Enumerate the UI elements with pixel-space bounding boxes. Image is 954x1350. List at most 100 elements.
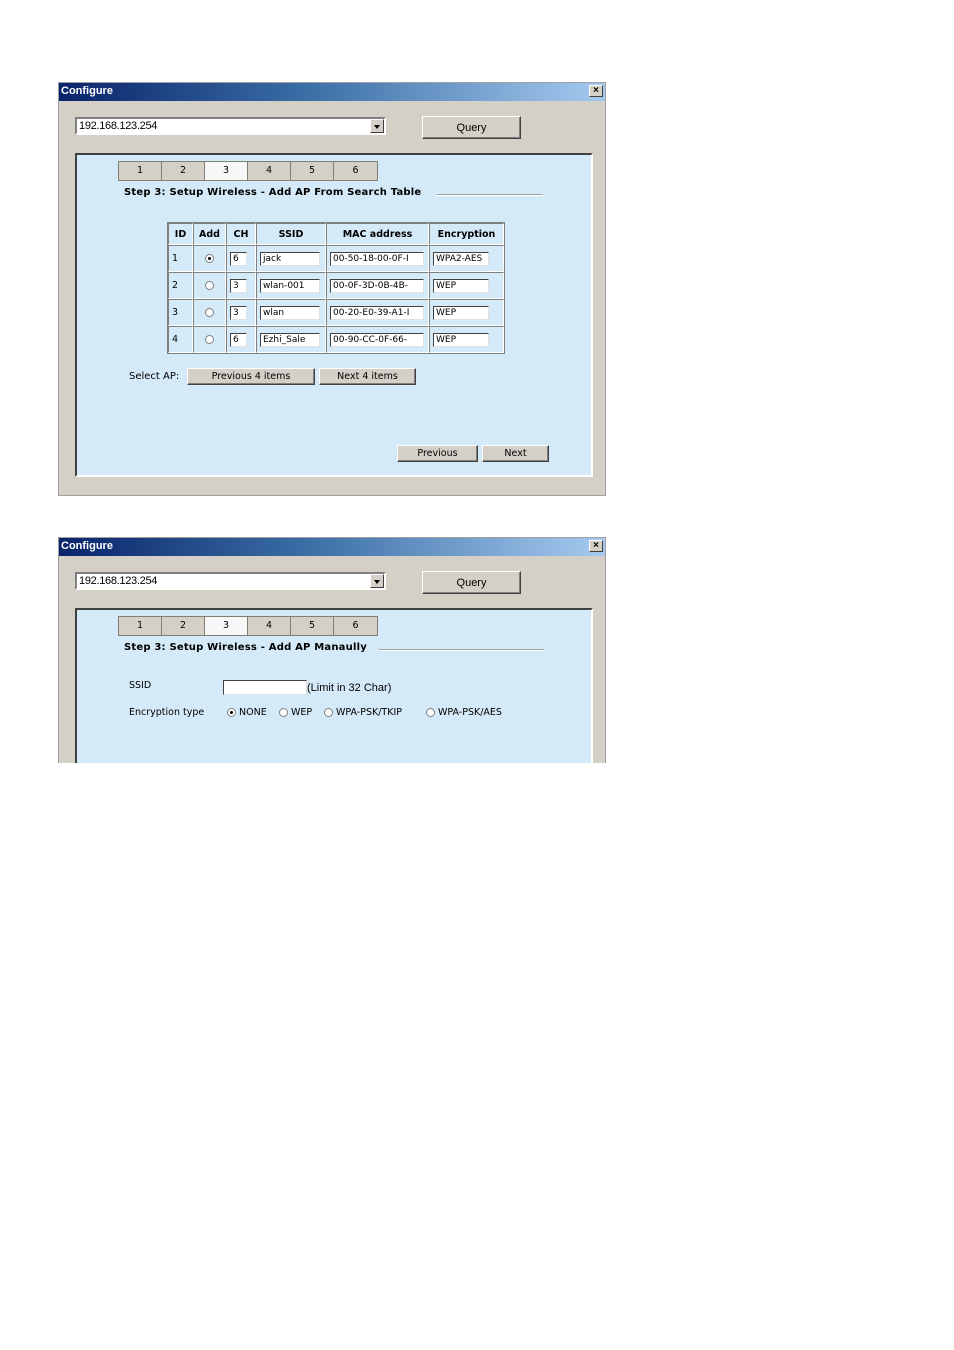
encryption-option-wpa-psk-tkip[interactable]: WPA-PSK/TKIP (324, 707, 402, 718)
encryption-radio[interactable] (324, 708, 333, 717)
step-tabs: 1 2 3 4 5 6 (118, 616, 378, 636)
mac-address-field[interactable]: 00-20-E0-39-A1-I (330, 305, 424, 320)
ip-address-combo[interactable]: 192.168.123.254 (75, 117, 386, 135)
add-radio[interactable] (205, 254, 214, 263)
encryption-option-wep[interactable]: WEP (279, 707, 312, 718)
encryption-radio[interactable] (227, 708, 236, 717)
cell-ssid: wlan (256, 299, 326, 326)
encryption-radio[interactable] (426, 708, 435, 717)
ap-search-table: ID Add CH SSID MAC address Encryption 1 6… (167, 222, 505, 354)
ip-address-value: 192.168.123.254 (79, 575, 158, 587)
divider (379, 649, 544, 651)
ssid-field[interactable]: wlan-001 (260, 278, 320, 293)
mac-address-field[interactable]: 00-0F-3D-0B-4B- (330, 278, 424, 293)
header-mac: MAC address (326, 223, 429, 245)
encryption-field[interactable]: WEP (433, 332, 489, 347)
cell-add (193, 299, 226, 326)
header-ssid: SSID (256, 223, 326, 245)
close-icon: × (593, 85, 599, 96)
encryption-option-label: NONE (239, 707, 267, 718)
channel-field[interactable]: 6 (230, 332, 247, 347)
encryption-option-wpa-psk-aes[interactable]: WPA-PSK/AES (426, 707, 502, 718)
table-row: 1 6 jack 00-50-18-00-0F-I WPA2-AES (168, 245, 504, 272)
tab-step-4[interactable]: 4 (248, 162, 291, 180)
cell-id: 4 (168, 326, 193, 353)
ssid-input[interactable] (223, 680, 307, 695)
divider (437, 194, 543, 196)
ssid-field[interactable]: jack (260, 251, 320, 266)
cell-add (193, 245, 226, 272)
tab-step-1[interactable]: 1 (119, 617, 162, 635)
channel-field[interactable]: 3 (230, 305, 247, 320)
tab-step-3[interactable]: 3 (205, 617, 248, 635)
tab-step-5[interactable]: 5 (291, 617, 334, 635)
encryption-option-label: WPA-PSK/AES (438, 707, 502, 718)
close-button[interactable]: × (589, 85, 603, 97)
tab-step-5[interactable]: 5 (291, 162, 334, 180)
mac-address-field[interactable]: 00-50-18-00-0F-I (330, 251, 424, 266)
mac-address-field[interactable]: 00-90-CC-0F-66- (330, 332, 424, 347)
cell-add (193, 272, 226, 299)
select-ap-label: Select AP: (129, 371, 180, 382)
encryption-option-label: WEP (291, 707, 313, 718)
step-title: Step 3: Setup Wireless - Add AP Manaully (124, 642, 367, 653)
tab-step-2[interactable]: 2 (162, 617, 205, 635)
ip-address-value: 192.168.123.254 (79, 120, 158, 132)
tab-step-3[interactable]: 3 (205, 162, 248, 180)
cell-id: 3 (168, 299, 193, 326)
ssid-field[interactable]: Ezhi_Sale (260, 332, 320, 347)
tab-step-4[interactable]: 4 (248, 617, 291, 635)
cell-encryption: WEP (429, 272, 504, 299)
tab-step-6[interactable]: 6 (334, 162, 377, 180)
channel-field[interactable]: 6 (230, 251, 247, 266)
cell-ch: 3 (226, 299, 256, 326)
tab-step-6[interactable]: 6 (334, 617, 377, 635)
title-bar: Configure × (59, 538, 605, 556)
cell-ch: 6 (226, 326, 256, 353)
close-button[interactable]: × (589, 540, 603, 552)
step-title: Step 3: Setup Wireless - Add AP From Sea… (124, 187, 422, 198)
cell-add (193, 326, 226, 353)
cell-ssid: Ezhi_Sale (256, 326, 326, 353)
dialog-title: Configure (61, 540, 113, 552)
chevron-down-icon[interactable] (370, 119, 384, 133)
cell-mac: 00-0F-3D-0B-4B- (326, 272, 429, 299)
next-button[interactable]: Next (482, 445, 549, 462)
step-tabs: 1 2 3 4 5 6 (118, 161, 378, 181)
table-row: 2 3 wlan-001 00-0F-3D-0B-4B- WEP (168, 272, 504, 299)
query-button[interactable]: Query (422, 571, 521, 594)
ssid-label: SSID (129, 680, 152, 691)
cell-id: 2 (168, 272, 193, 299)
encryption-field[interactable]: WEP (433, 278, 489, 293)
add-radio[interactable] (205, 308, 214, 317)
previous-button[interactable]: Previous (397, 445, 478, 462)
previous-4-items-button[interactable]: Previous 4 items (187, 368, 315, 385)
encryption-radio[interactable] (279, 708, 288, 717)
add-radio[interactable] (205, 335, 214, 344)
ssid-field[interactable]: wlan (260, 305, 320, 320)
ip-address-combo[interactable]: 192.168.123.254 (75, 572, 386, 590)
encryption-field[interactable]: WPA2-AES (433, 251, 489, 266)
cell-ssid: wlan-001 (256, 272, 326, 299)
channel-field[interactable]: 3 (230, 278, 247, 293)
cell-mac: 00-90-CC-0F-66- (326, 326, 429, 353)
table-row: 3 3 wlan 00-20-E0-39-A1-I WEP (168, 299, 504, 326)
encryption-field[interactable]: WEP (433, 305, 489, 320)
tab-step-1[interactable]: 1 (119, 162, 162, 180)
cell-encryption: WPA2-AES (429, 245, 504, 272)
wizard-panel: 1 2 3 4 5 6 Step 3: Setup Wireless - Add… (75, 608, 593, 763)
header-encryption: Encryption (429, 223, 504, 245)
next-4-items-button[interactable]: Next 4 items (319, 368, 416, 385)
cell-ssid: jack (256, 245, 326, 272)
tab-step-2[interactable]: 2 (162, 162, 205, 180)
configure-dialog-search-table: Configure × 192.168.123.254 Query 1 2 3 … (58, 82, 606, 496)
query-button[interactable]: Query (422, 116, 521, 139)
header-ch: CH (226, 223, 256, 245)
add-radio[interactable] (205, 281, 214, 290)
cell-ch: 6 (226, 245, 256, 272)
chevron-down-icon[interactable] (370, 574, 384, 588)
cell-encryption: WEP (429, 299, 504, 326)
encryption-type-label: Encryption type (129, 707, 205, 718)
encryption-option-none[interactable]: NONE (227, 707, 267, 718)
cell-mac: 00-20-E0-39-A1-I (326, 299, 429, 326)
